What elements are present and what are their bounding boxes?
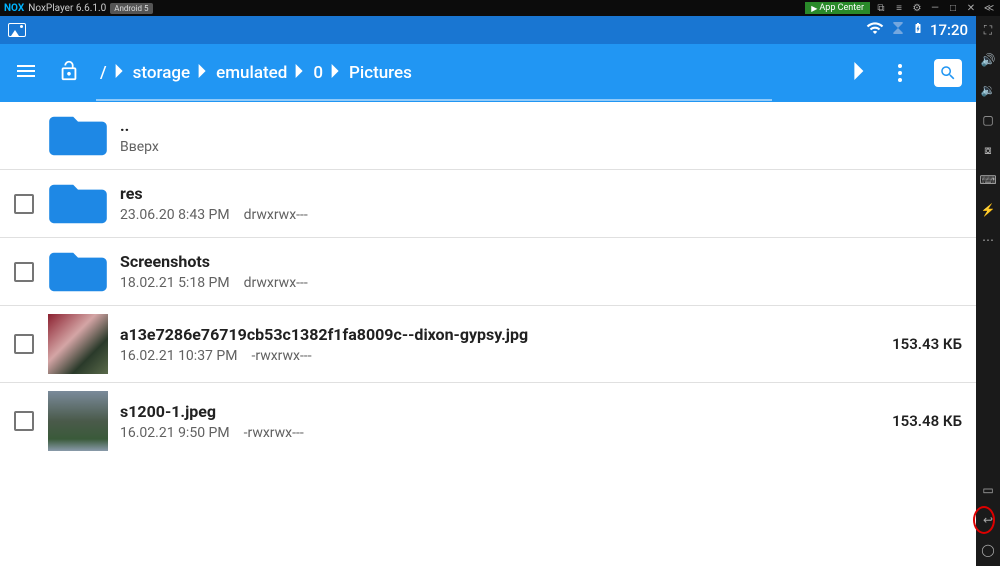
checkbox[interactable] (14, 334, 34, 354)
file-perm: drwxrwx--- (244, 275, 308, 291)
nox-title-bar: NOX NoxPlayer 6.6.1.0 Android 5 ▶ App Ce… (0, 0, 1000, 16)
breadcrumb-storage[interactable]: storage (133, 63, 190, 83)
image-thumbnail (48, 314, 108, 374)
file-date: 16.02.21 10:37 PM (120, 348, 237, 364)
file-perm: -rwxrwx--- (251, 348, 311, 364)
minimize-icon[interactable]: — (928, 1, 942, 15)
highlight-circle (973, 506, 995, 534)
file-date: 23.06.20 8:43 PM (120, 207, 230, 223)
screenshot-icon[interactable]: ▢ (980, 112, 996, 128)
close-icon[interactable]: ✕ (964, 1, 978, 15)
record-icon[interactable]: ⧇ (980, 142, 996, 158)
more-vert-icon[interactable] (898, 64, 902, 82)
chevron-right-icon (198, 63, 208, 83)
file-name: .. (120, 116, 962, 135)
image-thumbnail (48, 391, 108, 451)
file-name: a13e7286e76719cb53c1382f1fa8009c--dixon-… (120, 325, 880, 344)
file-name: s1200-1.jpeg (120, 402, 880, 421)
file-perm: -rwxrwx--- (244, 425, 304, 441)
nox-logo: NOX (4, 3, 24, 14)
volume-up-icon[interactable]: 🔊 (980, 52, 996, 68)
app-name: NoxPlayer 6.6.1.0 (28, 3, 106, 14)
home-icon[interactable]: ◯ (980, 542, 996, 558)
breadcrumb-pictures[interactable]: Pictures (349, 63, 412, 83)
file-row-folder[interactable]: Screenshots 18.02.21 5:18 PM drwxrwx--- (0, 238, 976, 306)
app-center-button[interactable]: ▶ App Center (805, 2, 870, 14)
app-toolbar: / storage emulated 0 Pictures (0, 44, 976, 102)
checkbox[interactable] (14, 194, 34, 214)
android-status-bar: 17:20 (0, 16, 976, 44)
file-list: .. Вверх res 23.06.20 8:43 PM drwxrwx--- (0, 102, 976, 459)
rocket-icon[interactable]: ⚡ (980, 202, 996, 218)
android-screen: 17:20 / storage emulated 0 Pictures (0, 16, 976, 566)
file-sub: Вверх (120, 139, 159, 155)
battery-charging-icon (912, 19, 924, 41)
search-button[interactable] (934, 59, 962, 87)
no-sim-icon (890, 20, 906, 40)
keyboard-icon[interactable]: ⌨ (980, 172, 996, 188)
breadcrumb-underline (96, 99, 772, 101)
new-window-icon[interactable]: ⧉ (874, 1, 888, 15)
volume-down-icon[interactable]: 🔉 (980, 82, 996, 98)
file-row-image[interactable]: a13e7286e76719cb53c1382f1fa8009c--dixon-… (0, 306, 976, 383)
settings-icon[interactable]: ⚙ (910, 1, 924, 15)
menu-lines-icon[interactable]: ≡ (892, 1, 906, 15)
hamburger-menu-icon[interactable] (14, 59, 38, 87)
unlock-icon[interactable] (58, 58, 80, 88)
file-name: Screenshots (120, 252, 962, 271)
folder-icon (48, 248, 108, 296)
forward-icon[interactable] (854, 62, 866, 84)
fullscreen-icon[interactable]: ⛶ (980, 22, 996, 38)
back-icon[interactable]: ↩ (980, 512, 996, 528)
file-row-up[interactable]: .. Вверх (0, 102, 976, 170)
chevron-right-icon (295, 63, 305, 83)
chevron-right-icon (331, 63, 341, 83)
file-date: 16.02.21 9:50 PM (120, 425, 230, 441)
folder-icon (48, 112, 108, 160)
breadcrumb[interactable]: / storage emulated 0 Pictures (100, 63, 834, 83)
breadcrumb-zero[interactable]: 0 (313, 63, 323, 83)
file-date: 18.02.21 5:18 PM (120, 275, 230, 291)
file-size: 153.43 КБ (892, 335, 962, 353)
maximize-icon[interactable]: □ (946, 1, 960, 15)
wifi-icon (866, 19, 884, 41)
breadcrumb-emulated[interactable]: emulated (216, 63, 287, 83)
gallery-icon (8, 23, 26, 37)
file-row-image[interactable]: s1200-1.jpeg 16.02.21 9:50 PM -rwxrwx---… (0, 383, 976, 459)
status-clock: 17:20 (930, 21, 968, 39)
folder-icon (48, 180, 108, 228)
file-row-folder[interactable]: res 23.06.20 8:43 PM drwxrwx--- (0, 170, 976, 238)
android-badge: Android 5 (110, 3, 152, 14)
file-name: res (120, 184, 962, 203)
recent-apps-icon[interactable]: ▭ (980, 482, 996, 498)
file-size: 153.48 КБ (892, 412, 962, 430)
file-perm: drwxrwx--- (244, 207, 308, 223)
checkbox[interactable] (14, 262, 34, 282)
chevron-left-icon[interactable]: ≪ (982, 1, 996, 15)
chevron-right-icon (115, 63, 125, 83)
breadcrumb-root[interactable]: / (100, 63, 107, 83)
checkbox[interactable] (14, 411, 34, 431)
more-icon[interactable]: ⋯ (980, 232, 996, 248)
nox-side-toolbar: ⛶ 🔊 🔉 ▢ ⧇ ⌨ ⚡ ⋯ ▭ ↩ ◯ (976, 16, 1000, 566)
